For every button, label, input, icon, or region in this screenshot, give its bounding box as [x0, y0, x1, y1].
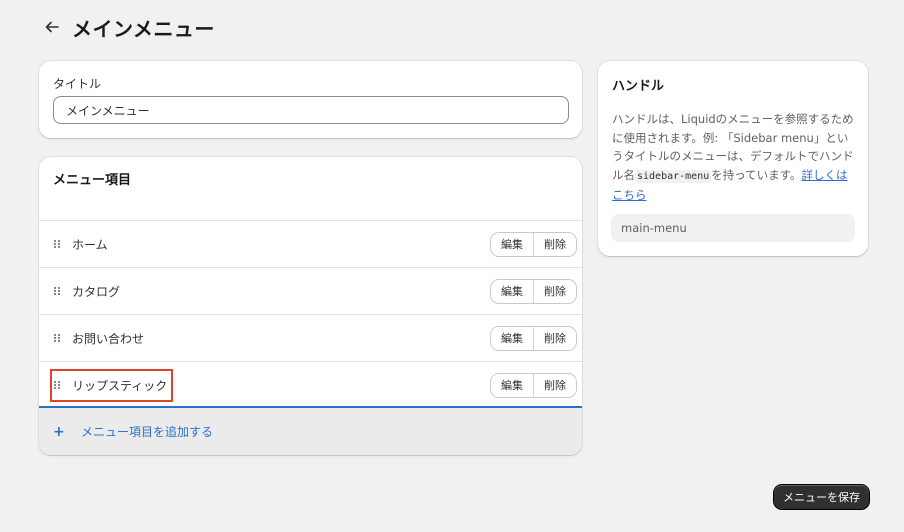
- handle-code-sample: sidebar-menu: [635, 169, 712, 183]
- handle-description: ハンドルは、Liquidのメニューを参照するために使用されます。例: 「Side…: [612, 110, 856, 205]
- menu-item-label: お問い合わせ: [72, 331, 145, 346]
- item-action-group: 編集 削除: [491, 279, 576, 303]
- edit-button[interactable]: 編集: [491, 373, 533, 397]
- save-menu-button[interactable]: メニューを保存: [774, 485, 869, 509]
- handle-card: ハンドル ハンドルは、Liquidのメニューを参照するために使用されます。例: …: [598, 61, 868, 256]
- delete-button[interactable]: 削除: [533, 232, 576, 256]
- menu-item-label: カタログ: [72, 284, 121, 299]
- drag-handle-icon[interactable]: [53, 333, 61, 343]
- title-field-label: タイトル: [53, 77, 102, 91]
- menu-item-label: ホーム: [72, 237, 108, 252]
- menu-item-row: カタログ 編集 削除: [39, 267, 582, 314]
- edit-button[interactable]: 編集: [491, 232, 533, 256]
- menu-items-card: メニュー項目 ホーム 編集 削除 カタログ 編集 削除 お問い合わせ 編集 削除…: [39, 157, 582, 455]
- page-header: メインメニュー: [42, 12, 215, 42]
- item-action-group: 編集 削除: [491, 232, 576, 256]
- item-action-group: 編集 削除: [491, 326, 576, 350]
- delete-button[interactable]: 削除: [533, 373, 576, 397]
- add-menu-item-button[interactable]: + メニュー項目を追加する: [39, 406, 582, 455]
- item-action-group: 編集 削除: [491, 373, 576, 397]
- menu-item-row: お問い合わせ 編集 削除: [39, 314, 582, 361]
- menu-item-row: リップスティック 編集 削除: [39, 361, 582, 408]
- delete-button[interactable]: 削除: [533, 326, 576, 350]
- drag-handle-icon[interactable]: [53, 239, 61, 249]
- edit-button[interactable]: 編集: [491, 279, 533, 303]
- menu-items-title: メニュー項目: [53, 173, 132, 188]
- edit-button[interactable]: 編集: [491, 326, 533, 350]
- delete-button[interactable]: 削除: [533, 279, 576, 303]
- highlight-annotation-box: [50, 369, 173, 402]
- plus-icon: +: [53, 423, 65, 440]
- title-input[interactable]: [53, 96, 569, 124]
- page-title: メインメニュー: [72, 16, 215, 41]
- handle-desc-text-2: を持っています。: [711, 167, 802, 182]
- title-card: タイトル: [39, 61, 582, 138]
- drag-handle-icon[interactable]: [53, 286, 61, 296]
- arrow-left-icon: [45, 21, 59, 33]
- handle-value-field[interactable]: main-menu: [611, 214, 855, 242]
- menu-item-row: ホーム 編集 削除: [39, 220, 582, 267]
- back-button[interactable]: [42, 17, 62, 37]
- handle-title: ハンドル: [612, 79, 665, 94]
- add-menu-item-label: メニュー項目を追加する: [81, 425, 214, 439]
